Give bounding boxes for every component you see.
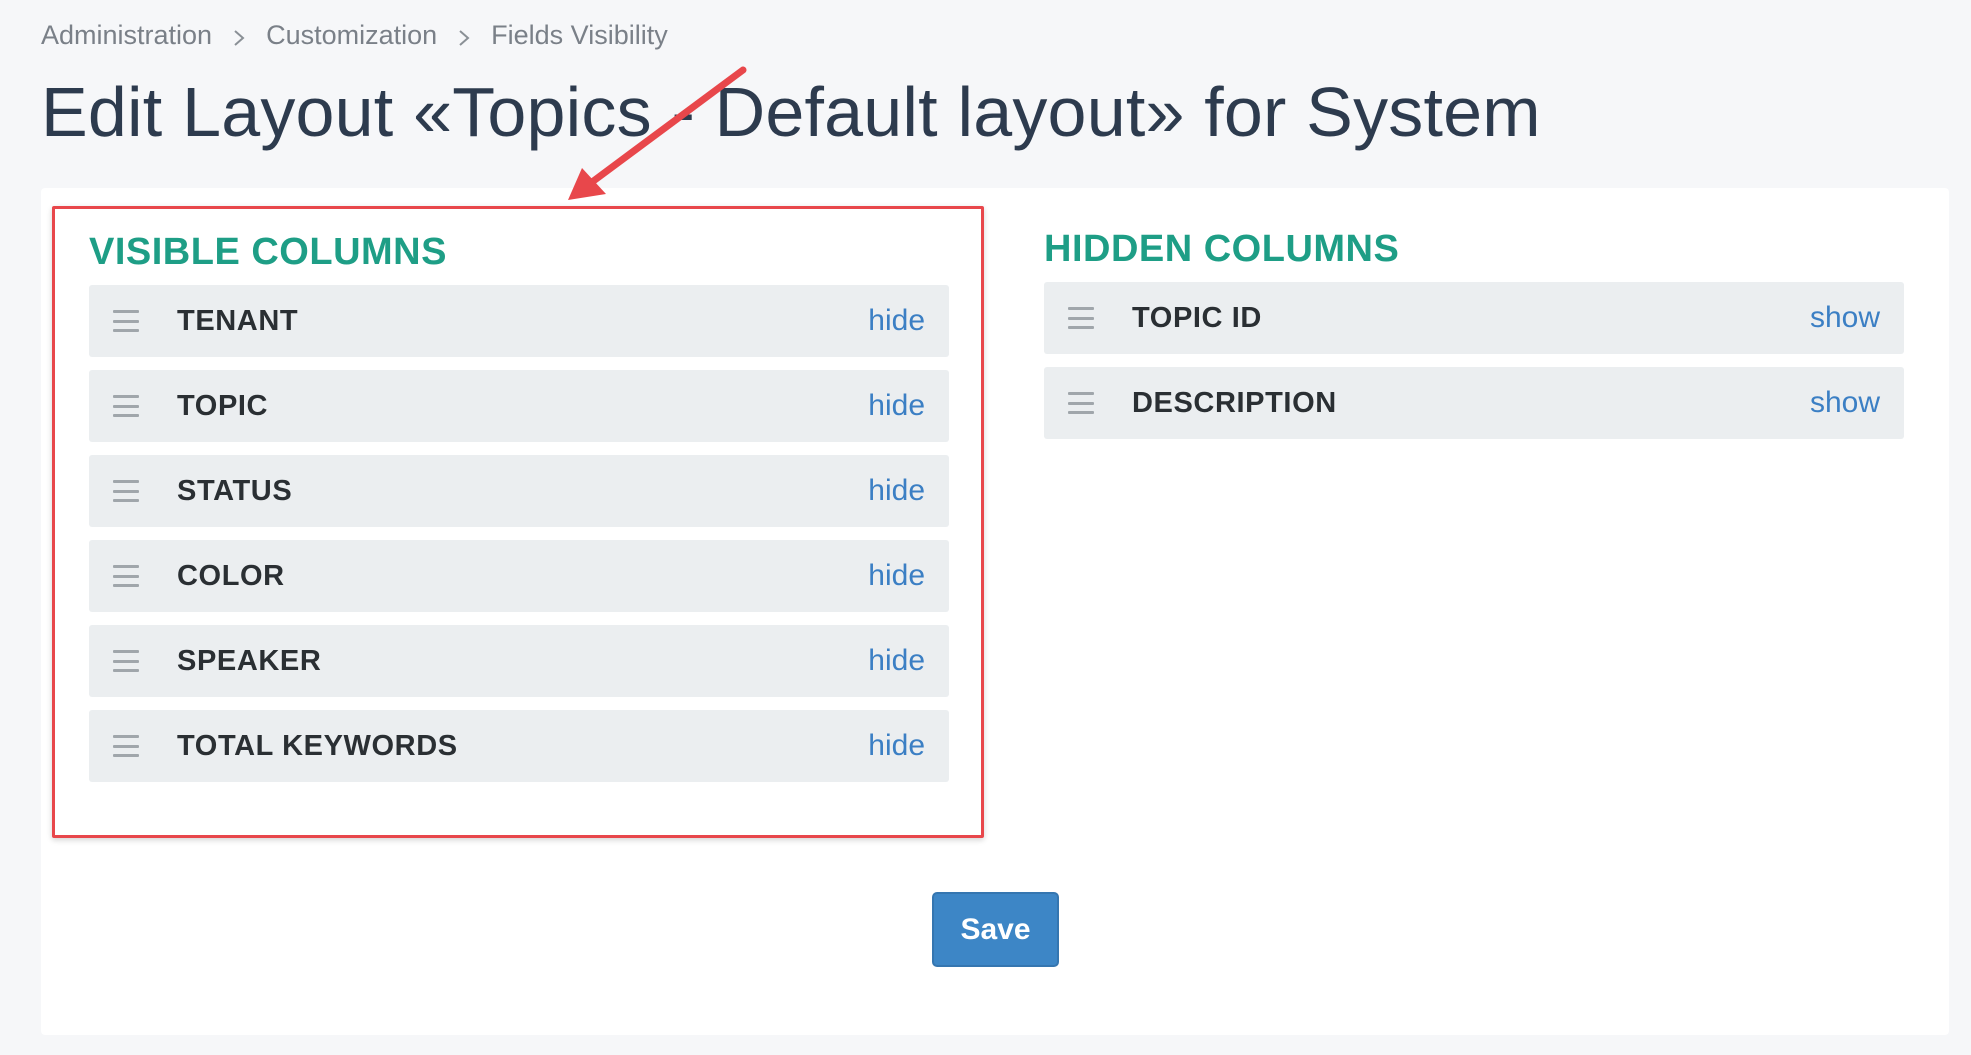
drag-handle-icon[interactable] <box>1068 307 1094 329</box>
layout-editor-card: VISIBLE COLUMNS TENANT hide TOPIC hide S… <box>41 188 1949 1035</box>
drag-handle-icon[interactable] <box>113 735 139 757</box>
breadcrumb-customization[interactable]: Customization <box>266 20 437 51</box>
hide-link-status[interactable]: hide <box>868 474 925 508</box>
visible-columns-panel: VISIBLE COLUMNS TENANT hide TOPIC hide S… <box>52 206 984 838</box>
breadcrumb-administration[interactable]: Administration <box>41 20 212 51</box>
field-name: TENANT <box>177 304 299 337</box>
breadcrumb-fields-visibility: Fields Visibility <box>491 20 668 50</box>
drag-handle-icon[interactable] <box>1068 392 1094 414</box>
field-row-total-keywords[interactable]: TOTAL KEYWORDS hide <box>89 710 949 782</box>
breadcrumb: Administration Customization Fields Visi… <box>41 20 668 51</box>
field-row-speaker[interactable]: SPEAKER hide <box>89 625 949 697</box>
field-name: STATUS <box>177 474 293 507</box>
field-row-tenant[interactable]: TENANT hide <box>89 285 949 357</box>
field-row-topic[interactable]: TOPIC hide <box>89 370 949 442</box>
show-link-topic-id[interactable]: show <box>1810 301 1880 335</box>
field-name: TOTAL KEYWORDS <box>177 729 458 762</box>
drag-handle-icon[interactable] <box>113 310 139 332</box>
visible-columns-heading: VISIBLE COLUMNS <box>89 231 447 273</box>
hide-link-total-keywords[interactable]: hide <box>868 729 925 763</box>
drag-handle-icon[interactable] <box>113 480 139 502</box>
field-name: TOPIC <box>177 389 269 422</box>
show-link-description[interactable]: show <box>1810 386 1880 420</box>
field-row-color[interactable]: COLOR hide <box>89 540 949 612</box>
hide-link-speaker[interactable]: hide <box>868 644 925 678</box>
field-row-description[interactable]: DESCRIPTION show <box>1044 367 1904 439</box>
field-row-topic-id[interactable]: TOPIC ID show <box>1044 282 1904 354</box>
field-name: TOPIC ID <box>1132 301 1262 334</box>
field-name: DESCRIPTION <box>1132 386 1337 419</box>
annotation-arrow-icon <box>568 66 747 200</box>
hidden-columns-list: TOPIC ID show DESCRIPTION show <box>1044 282 1904 452</box>
drag-handle-icon[interactable] <box>113 565 139 587</box>
drag-handle-icon[interactable] <box>113 650 139 672</box>
visible-columns-list: TENANT hide TOPIC hide STATUS hide COLOR… <box>89 285 949 795</box>
hidden-columns-heading: HIDDEN COLUMNS <box>1044 228 1400 270</box>
save-button[interactable]: Save <box>932 892 1059 967</box>
page-title: Edit Layout «Topics - Default layout» fo… <box>41 73 1541 151</box>
field-name: SPEAKER <box>177 644 322 677</box>
chevron-right-icon <box>228 25 250 47</box>
hidden-columns-panel: HIDDEN COLUMNS TOPIC ID show DESCRIPTION… <box>1044 206 1924 506</box>
hide-link-tenant[interactable]: hide <box>868 304 925 338</box>
chevron-right-icon <box>453 25 475 47</box>
drag-handle-icon[interactable] <box>113 395 139 417</box>
field-row-status[interactable]: STATUS hide <box>89 455 949 527</box>
field-name: COLOR <box>177 559 285 592</box>
hide-link-color[interactable]: hide <box>868 559 925 593</box>
hide-link-topic[interactable]: hide <box>868 389 925 423</box>
